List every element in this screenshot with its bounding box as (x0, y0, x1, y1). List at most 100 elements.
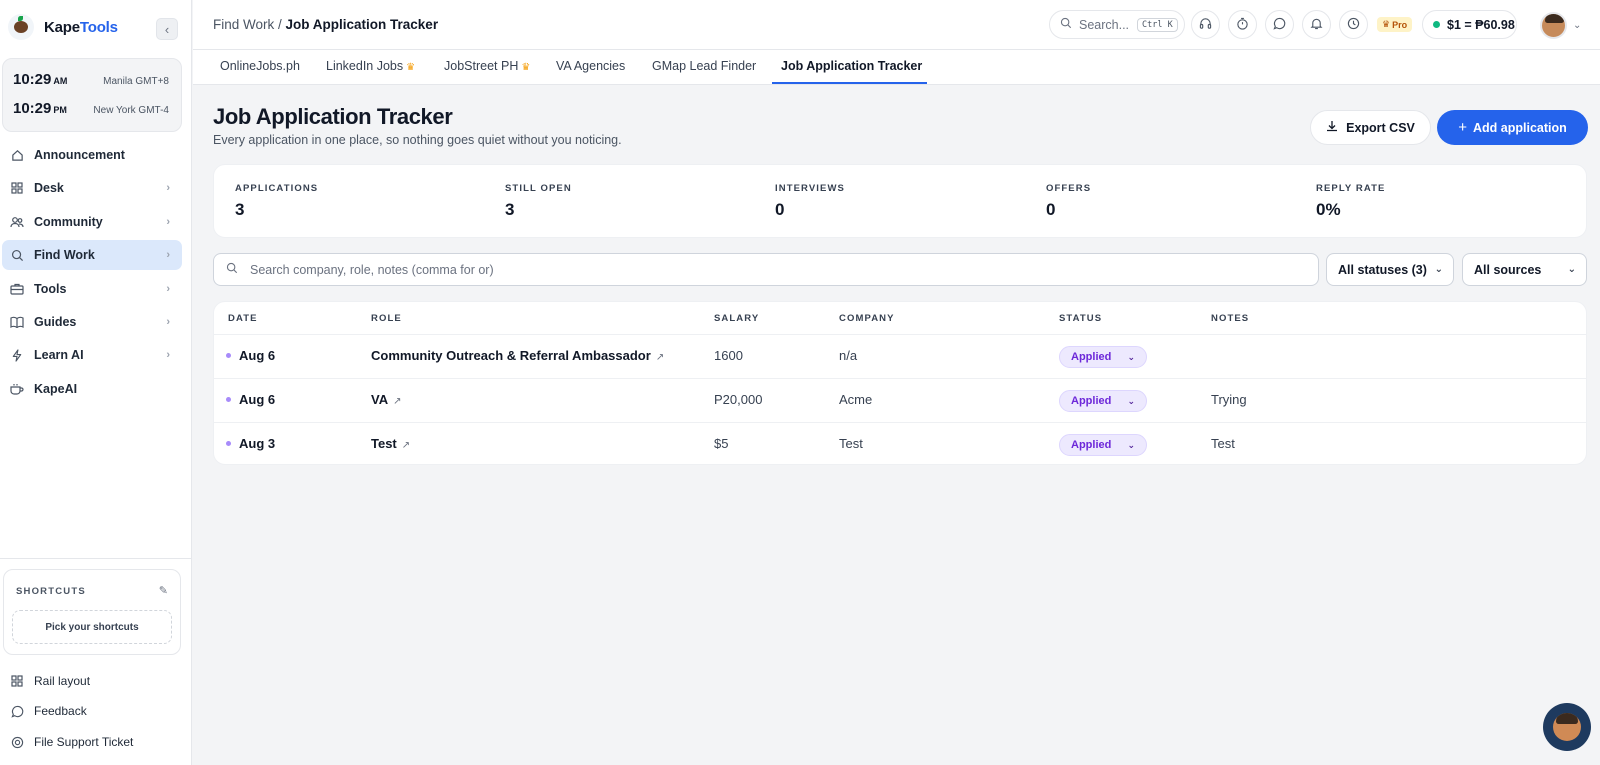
sidebar-item-guides[interactable]: Guides › (2, 307, 182, 337)
export-csv-button[interactable]: Export CSV (1310, 110, 1431, 145)
sidebar-item-announcement[interactable]: Announcement (2, 140, 182, 170)
sidebar-item-tools[interactable]: Tools › (2, 274, 182, 304)
rail-layout-link[interactable]: Rail layout (10, 674, 90, 688)
column-header-company[interactable]: COMPANY (839, 313, 895, 324)
bolt-icon (10, 348, 24, 362)
grid-icon (10, 181, 24, 195)
chat-icon (1273, 17, 1286, 33)
page-title: Job Application Tracker (213, 104, 453, 129)
brand[interactable]: KapeTools (8, 14, 118, 40)
file-support-ticket-link[interactable]: File Support Ticket (10, 735, 133, 749)
chevron-right-icon: › (166, 249, 170, 262)
add-application-button[interactable]: + Add application (1437, 110, 1588, 145)
grid-icon (10, 674, 24, 688)
pencil-icon[interactable]: ✎ (159, 584, 168, 597)
tab-onlinejobs[interactable]: OnlineJobs.ph (220, 59, 300, 73)
brand-name: KapeTools (44, 18, 118, 36)
crown-icon: ♛ (406, 62, 416, 73)
find-work-tabs: OnlineJobs.ph LinkedIn Jobs ♛ JobStreet P… (193, 50, 1600, 85)
search-icon (10, 248, 24, 262)
pro-badge[interactable]: ♛ Pro (1377, 17, 1413, 32)
assistant-chat-bubble[interactable] (1543, 703, 1591, 751)
sidebar-item-learn-ai[interactable]: Learn AI › (2, 340, 182, 370)
page-subtitle: Every application in one place, so nothi… (213, 133, 622, 147)
sidebar-item-find-work[interactable]: Find Work › (2, 240, 182, 271)
chevron-right-icon: › (166, 349, 170, 362)
row-dot-icon (226, 353, 231, 358)
user-avatar-menu[interactable]: ⌄ (1540, 10, 1584, 40)
external-link-icon: ↗ (393, 396, 402, 407)
home-icon (10, 148, 24, 162)
breadcrumb-parent[interactable]: Find Work (213, 17, 274, 32)
status-filter-select[interactable]: All statuses (3) ⌄ (1326, 253, 1454, 286)
tab-job-application-tracker[interactable]: Job Application Tracker (781, 59, 922, 73)
history-button[interactable] (1339, 10, 1368, 39)
column-header-role[interactable]: ROLE (371, 313, 402, 324)
row-dot-icon (226, 441, 231, 446)
stat-interviews: INTERVIEWS 0 (775, 183, 845, 219)
chevron-down-icon: ⌄ (1127, 439, 1135, 450)
tab-va-agencies[interactable]: VA Agencies (556, 59, 625, 73)
sidebar-item-kapeai[interactable]: KapeAI (2, 374, 182, 404)
tab-gmap-lead-finder[interactable]: GMap Lead Finder (652, 59, 756, 73)
plus-icon: + (1458, 119, 1467, 136)
bell-icon (1310, 17, 1323, 33)
column-header-salary[interactable]: SALARY (714, 313, 759, 324)
column-header-status[interactable]: STATUS (1059, 313, 1102, 324)
briefcase-icon (10, 282, 24, 296)
chevron-down-icon: ⌄ (1434, 264, 1443, 275)
application-search-input[interactable]: Search company, role, notes (comma for o… (213, 253, 1319, 286)
tab-linkedin-jobs[interactable]: LinkedIn Jobs ♛ (326, 59, 415, 73)
status-select[interactable]: Applied ⌄ (1059, 434, 1147, 456)
collapse-sidebar-button[interactable]: ‹ (156, 18, 178, 40)
sidebar-item-community[interactable]: Community › (2, 207, 182, 237)
table-row[interactable]: Aug 6 Community Outreach & Referral Amba… (214, 334, 1586, 378)
role-link[interactable]: VA ↗ (371, 392, 402, 407)
status-select[interactable]: Applied ⌄ (1059, 390, 1147, 412)
breadcrumb-current: Job Application Tracker (285, 17, 439, 32)
column-header-date[interactable]: DATE (228, 313, 258, 324)
assistant-avatar (1553, 713, 1581, 741)
headset-button[interactable] (1191, 10, 1220, 39)
sidebar: KapeTools ‹ 10:29 AM Manila GMT+8 10:29 PM… (0, 0, 192, 765)
role-link[interactable]: Community Outreach & Referral Ambassador… (371, 348, 664, 363)
sidebar-divider (0, 558, 191, 559)
table-row[interactable]: Aug 3 Test ↗ $5 Test Applied ⌄ Test (214, 422, 1586, 464)
feedback-link[interactable]: Feedback (10, 704, 87, 718)
tab-jobstreet[interactable]: JobStreet PH ♛ (444, 59, 530, 73)
external-link-icon: ↗ (401, 440, 411, 451)
lifebuoy-icon (10, 735, 24, 749)
clock-manila: 10:29 AM Manila GMT+8 (13, 71, 169, 88)
status-select[interactable]: Applied ⌄ (1059, 346, 1147, 368)
stats-card: APPLICATIONS 3 STILL OPEN 3 INTERVIEWS 0 OF… (213, 164, 1587, 238)
shortcuts-panel: SHORTCUTS ✎ Pick your shortcuts (3, 569, 181, 655)
stat-offers: OFFERS 0 (1046, 183, 1092, 219)
download-icon (1326, 120, 1338, 135)
clock-icon (1347, 17, 1360, 33)
shortcuts-title: SHORTCUTS (16, 586, 86, 597)
external-link-icon: ↗ (655, 352, 665, 363)
messages-button[interactable] (1265, 10, 1294, 39)
column-header-notes[interactable]: NOTES (1211, 313, 1249, 324)
timer-button[interactable] (1228, 10, 1257, 39)
notifications-button[interactable] (1302, 10, 1331, 39)
global-search[interactable]: Search... Ctrl K (1049, 10, 1185, 39)
chevron-down-icon: ⌄ (1567, 264, 1576, 275)
clock-new-york: 10:29 PM New York GMT-4 (13, 100, 169, 117)
world-clocks: 10:29 AM Manila GMT+8 10:29 PM New York GM… (2, 58, 182, 132)
exchange-rate-pill[interactable]: $1 = ₱60.98 (1422, 10, 1517, 39)
crown-icon: ♛ (521, 62, 531, 73)
headset-icon (1199, 17, 1212, 33)
chevron-right-icon: › (166, 315, 170, 328)
crown-icon: ♛ (1382, 19, 1391, 29)
table-row[interactable]: Aug 6 VA ↗ P20,000 Acme Applied ⌄ Trying (214, 378, 1586, 422)
role-link[interactable]: Test ↗ (371, 436, 410, 451)
sidebar-item-desk[interactable]: Desk › (2, 173, 182, 203)
pick-shortcuts-button[interactable]: Pick your shortcuts (12, 610, 172, 644)
chevron-down-icon: ⌄ (1573, 19, 1582, 31)
book-icon (10, 315, 24, 329)
row-dot-icon (226, 397, 231, 402)
chevron-down-icon: ⌄ (1127, 395, 1135, 406)
source-filter-select[interactable]: All sources ⌄ (1462, 253, 1587, 286)
search-icon (1060, 17, 1072, 32)
